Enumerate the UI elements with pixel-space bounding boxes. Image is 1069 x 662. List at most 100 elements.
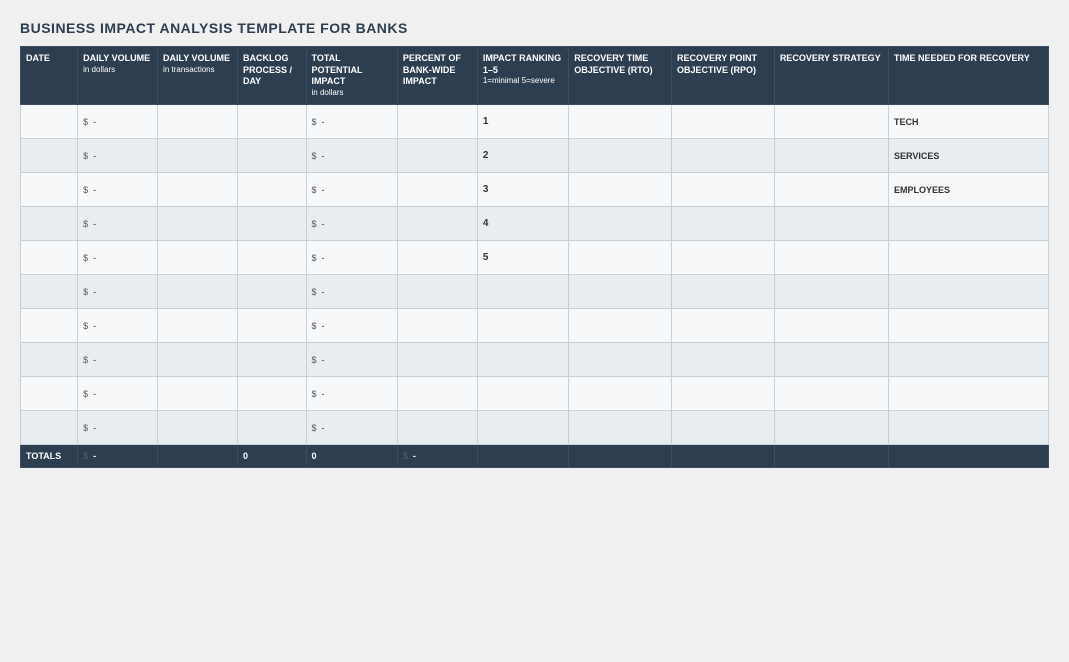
cell-rto[interactable] [569, 309, 672, 343]
cell-percent-bankwide[interactable] [397, 173, 477, 207]
cell-daily-volume-trans[interactable] [158, 343, 238, 377]
cell-time-recovery[interactable] [889, 377, 1049, 411]
cell-percent-bankwide[interactable] [397, 309, 477, 343]
cell-backlog[interactable] [238, 377, 307, 411]
cell-time-recovery[interactable] [889, 241, 1049, 275]
cell-daily-volume-trans[interactable] [158, 105, 238, 139]
cell-backlog[interactable] [238, 241, 307, 275]
cell-daily-volume-trans[interactable] [158, 207, 238, 241]
cell-time-recovery[interactable]: EMPLOYEES [889, 173, 1049, 207]
cell-rpo[interactable] [672, 105, 775, 139]
cell-strategy[interactable] [774, 105, 888, 139]
cell-impact-ranking[interactable]: 3 [477, 173, 568, 207]
cell-rto[interactable] [569, 173, 672, 207]
cell-date[interactable] [21, 139, 78, 173]
cell-strategy[interactable] [774, 241, 888, 275]
cell-date[interactable] [21, 105, 78, 139]
cell-rto[interactable] [569, 241, 672, 275]
cell-strategy[interactable] [774, 309, 888, 343]
cell-daily-volume-dollars[interactable]: $ - [78, 309, 158, 343]
cell-rpo[interactable] [672, 207, 775, 241]
cell-daily-volume-trans[interactable] [158, 241, 238, 275]
cell-impact-ranking[interactable] [477, 275, 568, 309]
cell-time-recovery[interactable] [889, 207, 1049, 241]
cell-backlog[interactable] [238, 411, 307, 445]
cell-total-potential-impact[interactable]: $ - [306, 241, 397, 275]
cell-date[interactable] [21, 411, 78, 445]
cell-daily-volume-dollars[interactable]: $ - [78, 207, 158, 241]
cell-total-potential-impact[interactable]: $ - [306, 275, 397, 309]
cell-percent-bankwide[interactable] [397, 207, 477, 241]
cell-percent-bankwide[interactable] [397, 377, 477, 411]
cell-total-potential-impact[interactable]: $ - [306, 173, 397, 207]
cell-rpo[interactable] [672, 377, 775, 411]
cell-backlog[interactable] [238, 309, 307, 343]
cell-total-potential-impact[interactable]: $ - [306, 377, 397, 411]
cell-daily-volume-trans[interactable] [158, 377, 238, 411]
cell-impact-ranking[interactable]: 4 [477, 207, 568, 241]
cell-rto[interactable] [569, 343, 672, 377]
cell-time-recovery[interactable] [889, 343, 1049, 377]
cell-rpo[interactable] [672, 241, 775, 275]
cell-date[interactable] [21, 343, 78, 377]
cell-rpo[interactable] [672, 411, 775, 445]
cell-impact-ranking[interactable] [477, 309, 568, 343]
cell-daily-volume-dollars[interactable]: $ - [78, 411, 158, 445]
cell-percent-bankwide[interactable] [397, 105, 477, 139]
cell-date[interactable] [21, 275, 78, 309]
cell-time-recovery[interactable] [889, 309, 1049, 343]
cell-strategy[interactable] [774, 377, 888, 411]
cell-strategy[interactable] [774, 411, 888, 445]
cell-time-recovery[interactable] [889, 275, 1049, 309]
cell-rto[interactable] [569, 275, 672, 309]
cell-rto[interactable] [569, 105, 672, 139]
cell-strategy[interactable] [774, 207, 888, 241]
cell-rto[interactable] [569, 139, 672, 173]
cell-date[interactable] [21, 241, 78, 275]
cell-backlog[interactable] [238, 207, 307, 241]
cell-strategy[interactable] [774, 275, 888, 309]
cell-daily-volume-dollars[interactable]: $ - [78, 241, 158, 275]
cell-total-potential-impact[interactable]: $ - [306, 139, 397, 173]
cell-daily-volume-dollars[interactable]: $ - [78, 275, 158, 309]
cell-percent-bankwide[interactable] [397, 411, 477, 445]
cell-rto[interactable] [569, 377, 672, 411]
cell-total-potential-impact[interactable]: $ - [306, 309, 397, 343]
cell-impact-ranking[interactable]: 5 [477, 241, 568, 275]
cell-impact-ranking[interactable]: 2 [477, 139, 568, 173]
cell-rpo[interactable] [672, 173, 775, 207]
cell-date[interactable] [21, 173, 78, 207]
cell-date[interactable] [21, 377, 78, 411]
cell-total-potential-impact[interactable]: $ - [306, 411, 397, 445]
cell-backlog[interactable] [238, 343, 307, 377]
cell-percent-bankwide[interactable] [397, 241, 477, 275]
cell-total-potential-impact[interactable]: $ - [306, 343, 397, 377]
cell-daily-volume-dollars[interactable]: $ - [78, 105, 158, 139]
cell-daily-volume-dollars[interactable]: $ - [78, 343, 158, 377]
cell-daily-volume-dollars[interactable]: $ - [78, 173, 158, 207]
cell-daily-volume-dollars[interactable]: $ - [78, 139, 158, 173]
cell-rto[interactable] [569, 411, 672, 445]
cell-daily-volume-trans[interactable] [158, 173, 238, 207]
cell-strategy[interactable] [774, 173, 888, 207]
cell-backlog[interactable] [238, 139, 307, 173]
cell-impact-ranking[interactable] [477, 343, 568, 377]
cell-impact-ranking[interactable] [477, 377, 568, 411]
cell-percent-bankwide[interactable] [397, 139, 477, 173]
cell-backlog[interactable] [238, 173, 307, 207]
cell-rpo[interactable] [672, 343, 775, 377]
cell-backlog[interactable] [238, 105, 307, 139]
cell-daily-volume-trans[interactable] [158, 275, 238, 309]
cell-date[interactable] [21, 207, 78, 241]
cell-time-recovery[interactable] [889, 411, 1049, 445]
cell-impact-ranking[interactable]: 1 [477, 105, 568, 139]
cell-total-potential-impact[interactable]: $ - [306, 105, 397, 139]
cell-percent-bankwide[interactable] [397, 343, 477, 377]
cell-rto[interactable] [569, 207, 672, 241]
cell-impact-ranking[interactable] [477, 411, 568, 445]
cell-strategy[interactable] [774, 343, 888, 377]
cell-rpo[interactable] [672, 309, 775, 343]
cell-time-recovery[interactable]: TECH [889, 105, 1049, 139]
cell-strategy[interactable] [774, 139, 888, 173]
cell-rpo[interactable] [672, 275, 775, 309]
